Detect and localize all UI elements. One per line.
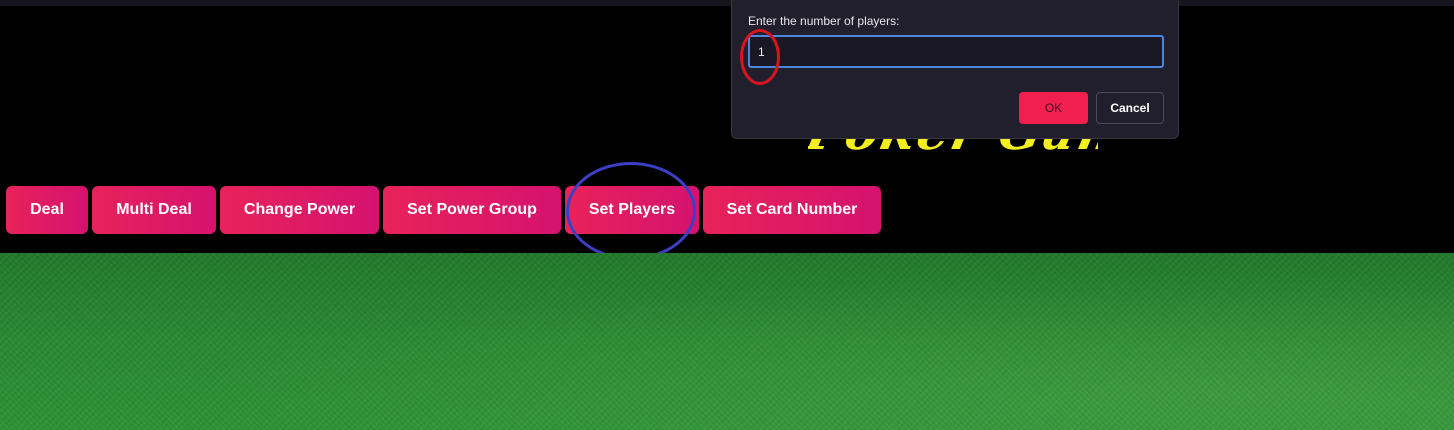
browser-top-strip xyxy=(0,0,1454,6)
prompt-dialog: Enter the number of players: OK Cancel xyxy=(731,0,1179,139)
set-card-number-button[interactable]: Set Card Number xyxy=(703,186,881,234)
ok-button[interactable]: OK xyxy=(1019,92,1088,124)
dialog-message: Enter the number of players: xyxy=(748,14,900,28)
deal-button[interactable]: Deal xyxy=(6,186,88,234)
set-players-button[interactable]: Set Players xyxy=(565,186,699,234)
multi-deal-button[interactable]: Multi Deal xyxy=(92,186,216,234)
cancel-button[interactable]: Cancel xyxy=(1096,92,1164,124)
poker-table-felt xyxy=(0,253,1454,430)
poker-game-page: Poker Game Deal Multi Deal Change Power … xyxy=(0,0,1454,430)
players-count-input[interactable] xyxy=(748,35,1164,68)
change-power-button[interactable]: Change Power xyxy=(220,186,379,234)
set-power-group-button[interactable]: Set Power Group xyxy=(383,186,561,234)
